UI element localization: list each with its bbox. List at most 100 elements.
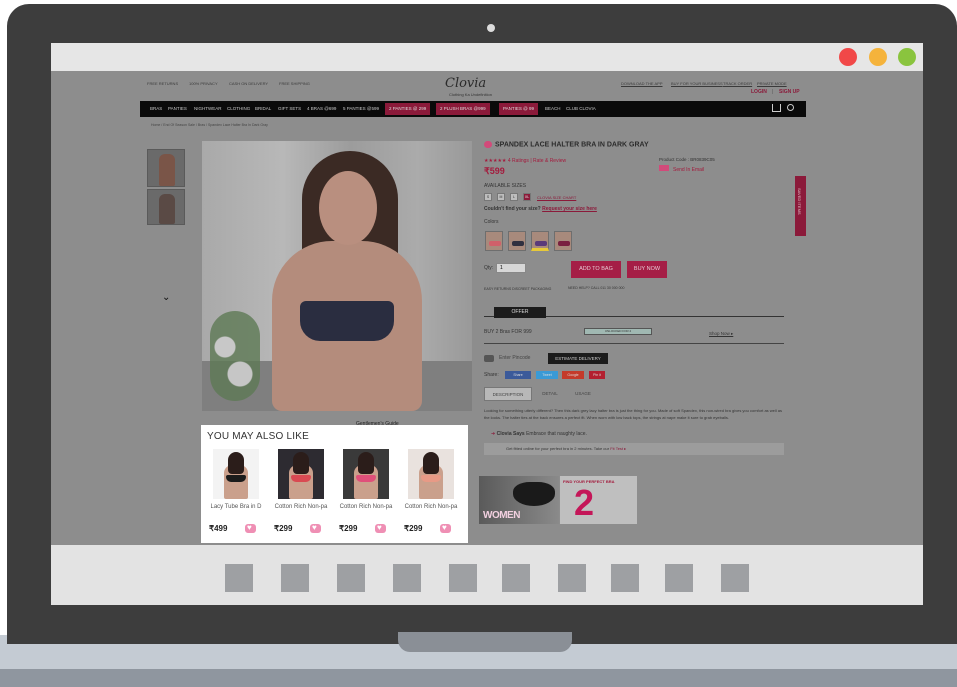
rating[interactable]: ★★★★★ 4 Ratings | Rate & Review [484,158,566,164]
nav-gift-sets[interactable]: GIFT SETS [278,106,301,111]
dock-tile[interactable] [611,564,639,592]
minimize-window-button[interactable] [869,48,887,66]
signup-link[interactable]: SIGN UP [779,89,800,95]
ymal-card-image[interactable] [278,449,324,499]
search-icon[interactable] [787,104,794,111]
wishlist-heart-icon[interactable] [375,523,386,533]
size-help-text: Couldn't find your size? [484,206,541,212]
card-bra [421,475,441,482]
ymal-card[interactable]: Cotton Rich Non-pa ₹299 [272,447,330,539]
ymal-card-image[interactable] [213,449,259,499]
nav-panties-99[interactable]: PANTIES @ 99 [499,103,538,115]
pincode-input[interactable]: Enter Pincode [499,353,547,363]
wishlist-heart-icon[interactable] [245,523,256,533]
dock-tile[interactable] [449,564,477,592]
quantity-select[interactable]: 1 [496,263,526,273]
add-to-bag-button[interactable]: ADD TO BAG [571,261,621,278]
buy-now-button[interactable]: BUY NOW [627,261,667,278]
dock-tile[interactable] [337,564,365,592]
color-swatch-dark[interactable] [508,231,526,251]
dock-tile[interactable] [721,564,749,592]
chevron-down-icon[interactable]: ⌄ [162,292,170,303]
ymal-card[interactable]: Cotton Rich Non-pa ₹299 [337,447,395,539]
site-logo[interactable]: Clovia [445,76,486,91]
send-email-link[interactable]: Send In Email [659,165,704,173]
ymal-card-image[interactable] [343,449,389,499]
card-model-hair [358,452,374,474]
thumbnail-back[interactable] [147,189,185,225]
nav-2-plush-bras[interactable]: 2 PLUSH BRAS @999 [436,103,490,115]
help-line: NEED HELP? CALL 011 30 000 000 [568,286,625,290]
fit-test-text: Get fitted online for your perfect bra i… [506,446,610,451]
ymal-card[interactable]: Cotton Rich Non-pa ₹299 [402,447,460,539]
track-order-link[interactable]: TRACK ORDER [723,81,752,86]
download-app-link[interactable]: DOWNLOAD THE APP [621,81,663,86]
request-size-link[interactable]: Request your size here [542,206,597,212]
nav-4-bras[interactable]: 4 BRAS @699 [307,106,336,111]
cod-link[interactable]: CASH ON DELIVERY [229,81,268,86]
dock-tile[interactable] [558,564,586,592]
ymal-card-name[interactable]: Cotton Rich Non-pa [337,503,395,512]
women-banner[interactable]: WOMEN [479,476,559,524]
size-l[interactable]: L [510,193,518,201]
wishlist-heart-icon[interactable] [484,141,492,148]
free-returns-link[interactable]: FREE RETURNS [147,81,178,86]
privacy-link[interactable]: 100% PRIVACY [189,81,218,86]
saved-items-tab[interactable]: SAVED ITEMS [795,176,806,236]
google-share-button[interactable]: Google [562,371,584,379]
color-swatch-purple[interactable] [531,231,549,251]
ymal-card[interactable]: Lacy Tube Bra in D ₹499 [207,447,265,539]
card-model-hair [423,452,439,474]
tab-usage[interactable]: USAGE [568,387,598,401]
dock-tile[interactable] [225,564,253,592]
size-s[interactable]: S [484,193,492,201]
nav-nightwear[interactable]: NIGHTWEAR [194,106,222,111]
twitter-share-button[interactable]: Tweet [536,371,558,379]
nav-2-panties[interactable]: 2 PANTIES @ 299 [385,103,431,115]
estimate-delivery-button[interactable]: ESTIMATE DELIVERY [548,353,608,364]
card-bra [291,475,311,482]
pinterest-share-button[interactable]: Pin it [589,371,605,379]
dock-tile[interactable] [665,564,693,592]
cart-icon[interactable] [772,104,781,112]
size-m[interactable]: M [497,193,505,201]
tab-detail[interactable]: DETAIL [534,387,566,401]
thumbnail-front[interactable] [147,149,185,187]
wishlist-heart-icon[interactable] [310,523,321,533]
nav-bridal[interactable]: BRIDAL [255,106,271,111]
nav-clothing[interactable]: CLOTHING [227,106,250,111]
perfect-bra-banner[interactable]: FIND YOUR PERFECT BRA 2 [560,476,637,524]
login-link[interactable]: LOGIN [751,89,767,95]
color-swatch-peach[interactable] [485,231,503,251]
nav-beach[interactable]: BEACH [545,106,561,111]
business-link[interactable]: BUY FOR YOUR BUSINESS [671,81,723,86]
ymal-card-name[interactable]: Lacy Tube Bra in D [207,503,265,512]
color-swatch-maroon[interactable] [554,231,572,251]
dock-tile[interactable] [281,564,309,592]
maximize-window-button[interactable] [898,48,916,66]
size-xl[interactable]: XL [523,193,531,201]
arrow-icon: ➜ [491,431,496,437]
facebook-share-button[interactable]: Share [505,371,531,379]
swatch-bra [535,241,547,246]
shop-now-link[interactable]: Shop Now ▸ [709,331,733,337]
fit-test-link[interactable]: Fit Test ▸ [610,446,626,451]
free-shipping-link[interactable]: FREE SHIPPING [279,81,310,86]
dock-tile[interactable] [393,564,421,592]
size-chart-link[interactable]: CLOVIA SIZE CHART [537,195,576,200]
nav-club-clovia[interactable]: CLUB CLOVIA [566,106,596,111]
close-window-button[interactable] [839,48,857,66]
wishlist-heart-icon[interactable] [440,523,451,533]
nav-panties[interactable]: PANTIES [168,106,187,111]
dock-tile[interactable] [502,564,530,592]
ymal-card-image[interactable] [408,449,454,499]
webpage: FREE RETURNS 100% PRIVACY CASH ON DELIVE… [51,71,923,545]
ymal-card-name[interactable]: Cotton Rich Non-pa [272,503,330,512]
ymal-card-name[interactable]: Cotton Rich Non-pa [402,503,460,512]
private-mode-link[interactable]: PRIVATE MODE [757,81,787,86]
offer-tab[interactable]: OFFER [494,307,546,318]
tab-description[interactable]: DESCRIPTION [484,387,532,401]
nav-bras[interactable]: BRAS [150,106,162,111]
product-main-image[interactable] [202,141,472,411]
nav-5-panties[interactable]: 5 PANTIES @599 [343,106,379,111]
